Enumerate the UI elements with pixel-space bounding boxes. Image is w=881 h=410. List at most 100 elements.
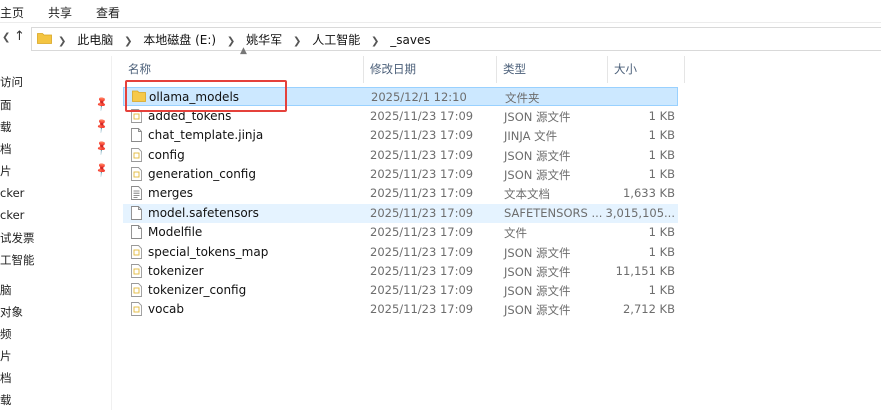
sidebar-item[interactable]: cker — [0, 208, 24, 222]
file-name: tokenizer_config — [148, 283, 247, 297]
file-size: 1 KB — [648, 167, 675, 181]
file-date: 2025/11/23 17:09 — [370, 148, 474, 162]
file-date: 2025/11/23 17:09 — [370, 283, 474, 297]
file-row[interactable]: tokenizer 2025/11/23 17:09 JSON 源文件 11,151 … — [123, 262, 678, 281]
sidebar-item[interactable]: 频 — [0, 326, 12, 342]
column-name[interactable]: 名称 — [128, 56, 151, 83]
navigation-pane: 访问面 📌 载 📌 档 📌 片 📌 cker cker 试发票 工智能脑对象频片档载 — [0, 60, 112, 410]
file-row[interactable]: Modelfile 2025/11/23 17:09 文件 1 KB — [123, 223, 678, 242]
column-divider[interactable] — [607, 56, 608, 83]
file-date: 2025/11/23 17:09 — [370, 167, 474, 181]
column-divider[interactable] — [363, 56, 364, 83]
file-type: 文本文档 — [504, 187, 550, 201]
sidebar-item[interactable]: 片 — [0, 163, 12, 179]
file-date: 2025/12/1 12:10 — [371, 90, 467, 104]
folder-icon — [37, 33, 52, 44]
pin-icon: 📌 — [93, 140, 111, 157]
sidebar-item[interactable]: 载 — [0, 119, 12, 135]
file-name: Modelfile — [148, 225, 203, 239]
file-date: 2025/11/23 17:09 — [370, 128, 474, 142]
json-file-icon — [131, 148, 143, 162]
file-size: 1 KB — [648, 245, 675, 259]
file-date: 2025/11/23 17:09 — [370, 264, 474, 278]
sidebar-item[interactable]: 面 — [0, 97, 12, 113]
sidebar-item[interactable]: cker — [0, 186, 24, 200]
file-type: SAFETENSORS ... — [504, 206, 603, 220]
file-type: 文件夹 — [505, 91, 540, 105]
breadcrumb-item[interactable]: 人工智能 — [312, 33, 360, 47]
file-type: JSON 源文件 — [504, 168, 571, 182]
chevron-right-icon[interactable]: ❯ — [371, 36, 379, 47]
file-name: generation_config — [148, 167, 256, 181]
file-row[interactable]: vocab 2025/11/23 17:09 JSON 源文件 2,712 KB — [123, 300, 678, 319]
breadcrumb-item[interactable]: 本地磁盘 (E:) — [143, 33, 216, 47]
file-name: special_tokens_map — [148, 245, 269, 259]
file-name: merges — [148, 186, 194, 200]
file-name: tokenizer — [148, 264, 204, 278]
sidebar-item[interactable]: 试发票 — [0, 230, 35, 246]
tab-view[interactable]: 查看 — [96, 4, 120, 21]
column-size[interactable]: 大小 — [614, 56, 637, 83]
file-size: 2,712 KB — [622, 302, 675, 316]
file-size: 1 KB — [648, 128, 675, 142]
sidebar-item[interactable]: 对象 — [0, 304, 23, 320]
column-date[interactable]: 修改日期 — [370, 56, 416, 83]
json-file-icon — [131, 264, 143, 278]
file-icon — [131, 225, 143, 239]
file-name: chat_template.jinja — [148, 128, 264, 142]
file-row[interactable]: special_tokens_map 2025/11/23 17:09 JSON 源… — [123, 243, 678, 262]
file-name: config — [148, 148, 185, 162]
text-file-icon — [131, 186, 143, 200]
address-bar[interactable]: ❯ 此电脑 ❯ 本地磁盘 (E:) ❯ 姚华军 ❯ 人工智能 ❯ _saves — [31, 27, 881, 51]
json-file-icon — [131, 167, 143, 181]
chevron-right-icon[interactable]: ❯ — [227, 36, 235, 47]
file-row[interactable]: chat_template.jinja 2025/11/23 17:09 JINJA… — [123, 126, 678, 145]
sidebar-item[interactable]: 档 — [0, 370, 12, 386]
file-type: JSON 源文件 — [504, 246, 571, 260]
chevron-right-icon[interactable]: ❯ — [58, 36, 66, 47]
breadcrumb-item[interactable]: 此电脑 — [77, 33, 113, 47]
sidebar-item[interactable]: 档 — [0, 141, 12, 157]
sidebar-item[interactable]: 工智能 — [0, 252, 35, 268]
file-icon — [131, 206, 143, 220]
file-row[interactable]: merges 2025/11/23 17:09 文本文档 1,633 KB — [123, 184, 678, 203]
column-type[interactable]: 类型 — [503, 56, 526, 83]
chevron-right-icon[interactable]: ❯ — [293, 36, 301, 47]
sidebar-item[interactable]: 片 — [0, 348, 12, 364]
column-divider[interactable] — [496, 56, 497, 83]
file-date: 2025/11/23 17:09 — [370, 186, 474, 200]
file-row[interactable]: model.safetensors 2025/11/23 17:09 SAFETEN… — [123, 204, 678, 223]
file-type: JSON 源文件 — [504, 303, 571, 317]
json-file-icon — [131, 245, 143, 259]
file-name: vocab — [148, 302, 185, 316]
json-file-icon — [131, 302, 143, 316]
file-type: JSON 源文件 — [504, 284, 571, 298]
back-arrow-icon[interactable]: ❮ — [2, 32, 10, 43]
file-icon — [131, 128, 143, 142]
column-divider[interactable] — [684, 56, 685, 83]
breadcrumb-item[interactable]: _saves — [390, 33, 430, 47]
chevron-right-icon[interactable]: ❯ — [124, 36, 132, 47]
file-date: 2025/11/23 17:09 — [370, 245, 474, 259]
sidebar-item[interactable]: 脑 — [0, 282, 12, 298]
file-row[interactable]: generation_config 2025/11/23 17:09 JSON 源文… — [123, 165, 678, 184]
tab-home[interactable]: 主页 — [0, 4, 24, 21]
pane-divider[interactable] — [111, 56, 112, 410]
file-row[interactable]: tokenizer_config 2025/11/23 17:09 JSON 源文件… — [123, 281, 678, 300]
json-file-icon — [131, 283, 143, 297]
file-type: JINJA 文件 — [504, 129, 558, 143]
file-date: 2025/11/23 17:09 — [370, 225, 474, 239]
sidebar-item[interactable]: 载 — [0, 392, 12, 408]
pin-icon: 📌 — [93, 96, 111, 113]
file-type: 文件 — [504, 226, 527, 240]
breadcrumb-item[interactable]: 姚华军 — [246, 33, 282, 47]
file-date: 2025/11/23 17:09 — [370, 206, 474, 220]
file-size: 3,015,105... — [605, 206, 676, 220]
up-arrow-icon[interactable]: ↑ — [14, 29, 25, 44]
tab-share[interactable]: 共享 — [48, 4, 72, 21]
file-date: 2025/11/23 17:09 — [370, 302, 474, 316]
file-row[interactable]: config 2025/11/23 17:09 JSON 源文件 1 KB — [123, 146, 678, 165]
file-size: 1 KB — [648, 109, 675, 123]
sidebar-item[interactable]: 访问 — [0, 74, 23, 90]
sort-up-icon: ▲ — [240, 46, 247, 56]
